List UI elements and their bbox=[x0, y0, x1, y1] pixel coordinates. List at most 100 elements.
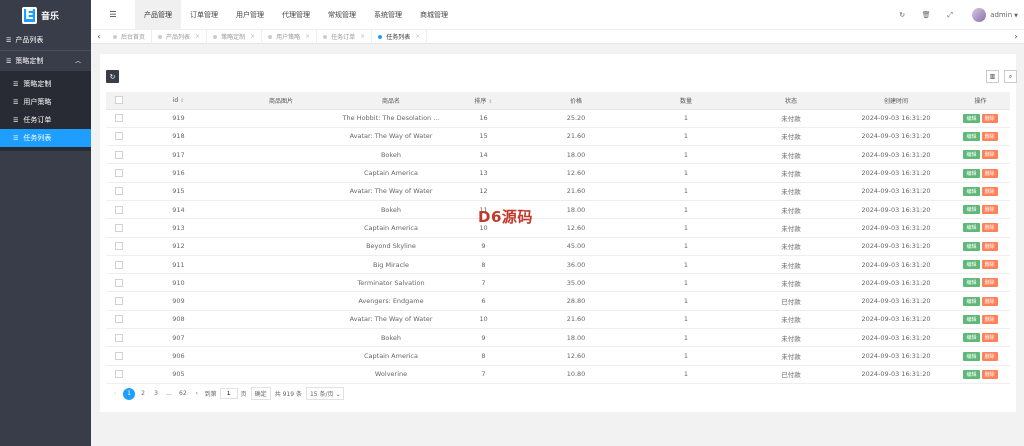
nav-item[interactable]: 商城管理 bbox=[411, 0, 457, 30]
delete-button[interactable]: 删除 bbox=[981, 296, 998, 306]
row-checkbox[interactable] bbox=[106, 109, 131, 128]
edit-button[interactable]: 编辑 bbox=[963, 278, 980, 288]
page-tab[interactable]: 产品列表 × bbox=[152, 29, 208, 44]
page-tab[interactable]: 策略定制 × bbox=[207, 29, 263, 44]
sidebar-subitem[interactable]: ☰ 任务列表 bbox=[0, 129, 91, 147]
checkbox[interactable] bbox=[114, 370, 123, 379]
checkbox[interactable] bbox=[114, 278, 123, 287]
column-header-sort[interactable]: 排序 ⇕ bbox=[446, 92, 521, 110]
edit-button[interactable]: 编辑 bbox=[963, 150, 980, 160]
nav-item[interactable]: 代理管理 bbox=[273, 0, 319, 30]
delete-button[interactable]: 删除 bbox=[981, 241, 998, 251]
delete-button[interactable]: 删除 bbox=[981, 223, 998, 233]
column-header-id[interactable]: id ⇕ bbox=[131, 92, 226, 110]
close-icon[interactable]: × bbox=[305, 33, 310, 40]
edit-button[interactable]: 编辑 bbox=[963, 241, 980, 251]
delete-button[interactable]: 删除 bbox=[981, 131, 998, 141]
edit-button[interactable]: 编辑 bbox=[963, 351, 980, 361]
edit-button[interactable]: 编辑 bbox=[963, 223, 980, 233]
page-number[interactable]: 1 bbox=[123, 387, 135, 400]
edit-button[interactable]: 编辑 bbox=[963, 260, 980, 270]
edit-button[interactable]: 编辑 bbox=[963, 314, 980, 324]
page-tab[interactable]: 任务订单 × bbox=[317, 29, 373, 44]
checkbox[interactable] bbox=[114, 169, 123, 178]
trash-icon[interactable]: 🗑 bbox=[914, 11, 938, 19]
nav-item[interactable]: 系统管理 bbox=[365, 0, 411, 30]
nav-item[interactable]: 产品管理 bbox=[135, 0, 181, 30]
nav-item[interactable]: 订单管理 bbox=[181, 0, 227, 30]
checkbox[interactable] bbox=[114, 333, 123, 342]
sort-icon[interactable]: ⇕ bbox=[488, 99, 492, 105]
edit-button[interactable]: 编辑 bbox=[963, 168, 980, 178]
row-checkbox[interactable] bbox=[106, 237, 131, 256]
menu-toggle-icon[interactable]: ☰ bbox=[91, 10, 135, 19]
row-checkbox[interactable] bbox=[106, 328, 131, 348]
row-checkbox[interactable] bbox=[106, 255, 131, 275]
sidebar-subitem[interactable]: ☰ 用户策略 bbox=[0, 93, 91, 111]
page-number[interactable]: 3 bbox=[151, 388, 161, 399]
nav-item[interactable]: 用户管理 bbox=[227, 0, 273, 30]
delete-button[interactable]: 删除 bbox=[981, 168, 998, 178]
delete-button[interactable]: 删除 bbox=[981, 351, 998, 361]
page-tab[interactable]: 任务列表 × bbox=[372, 29, 428, 44]
row-checkbox[interactable] bbox=[106, 182, 131, 201]
edit-button[interactable]: 编辑 bbox=[963, 186, 980, 196]
page-number[interactable]: 62 bbox=[177, 388, 189, 399]
delete-button[interactable]: 删除 bbox=[981, 113, 998, 123]
page-tab[interactable]: 用户策略 × bbox=[262, 29, 318, 44]
close-icon[interactable]: × bbox=[360, 33, 365, 40]
edit-button[interactable]: 编辑 bbox=[963, 113, 980, 123]
row-checkbox[interactable] bbox=[106, 218, 131, 238]
delete-button[interactable]: 删除 bbox=[981, 260, 998, 270]
delete-button[interactable]: 删除 bbox=[981, 369, 998, 379]
refresh-icon[interactable]: ↻ bbox=[890, 11, 914, 19]
row-checkbox[interactable] bbox=[106, 346, 131, 366]
close-icon[interactable]: × bbox=[195, 33, 200, 40]
goto-confirm-button[interactable]: 确定 bbox=[250, 387, 271, 400]
sort-icon[interactable]: ⇕ bbox=[180, 98, 184, 104]
delete-button[interactable]: 删除 bbox=[981, 333, 998, 343]
checkbox[interactable] bbox=[114, 223, 123, 232]
close-icon[interactable]: × bbox=[415, 33, 420, 40]
checkbox[interactable] bbox=[114, 297, 123, 306]
edit-button[interactable]: 编辑 bbox=[963, 369, 980, 379]
edit-button[interactable]: 编辑 bbox=[963, 333, 980, 343]
sidebar-subitem[interactable]: ☰ 策略定制 bbox=[0, 75, 91, 93]
checkbox[interactable] bbox=[114, 187, 123, 196]
row-checkbox[interactable] bbox=[106, 145, 131, 165]
goto-page-input[interactable] bbox=[219, 388, 238, 399]
page-number[interactable]: 2 bbox=[138, 388, 148, 399]
refresh-button[interactable]: ↻ bbox=[106, 70, 119, 83]
edit-button[interactable]: 编辑 bbox=[963, 131, 980, 141]
edit-button[interactable]: 编辑 bbox=[963, 205, 980, 215]
checkbox[interactable] bbox=[114, 242, 123, 251]
row-checkbox[interactable] bbox=[106, 163, 131, 183]
checkbox[interactable] bbox=[114, 352, 123, 360]
avatar[interactable] bbox=[972, 8, 987, 22]
page-tab[interactable]: 后台首页 bbox=[107, 29, 153, 44]
row-checkbox[interactable] bbox=[106, 200, 131, 220]
checkbox[interactable] bbox=[114, 260, 123, 269]
checkbox[interactable] bbox=[114, 150, 123, 159]
sidebar-item-product-list[interactable]: ☰ 产品列表 bbox=[0, 30, 91, 50]
fullscreen-icon[interactable]: ⤢ bbox=[938, 11, 962, 20]
checkbox[interactable] bbox=[114, 315, 123, 324]
logo[interactable]: E 音乐 bbox=[0, 0, 91, 30]
search-button[interactable]: ⌕ bbox=[1004, 70, 1017, 83]
next-page-icon[interactable]: › bbox=[192, 388, 202, 399]
chevron-left-icon[interactable]: ‹ bbox=[91, 32, 107, 41]
chevron-right-icon[interactable]: › bbox=[1008, 32, 1024, 41]
delete-button[interactable]: 删除 bbox=[981, 186, 998, 196]
page-size-select[interactable]: 15 条/页 ⌄ bbox=[305, 387, 345, 400]
sidebar-item-strategy[interactable]: ☰ 策略定制 ︿ bbox=[0, 51, 91, 71]
checkbox[interactable] bbox=[114, 132, 123, 141]
checkbox[interactable] bbox=[114, 205, 123, 214]
delete-button[interactable]: 删除 bbox=[981, 278, 998, 288]
row-checkbox[interactable] bbox=[106, 365, 131, 384]
nav-item[interactable]: 常规管理 bbox=[319, 0, 365, 30]
edit-button[interactable]: 编辑 bbox=[963, 296, 980, 306]
user-menu[interactable]: admin ▼ bbox=[990, 11, 1018, 19]
select-all-checkbox[interactable] bbox=[106, 92, 131, 110]
delete-button[interactable]: 删除 bbox=[981, 314, 998, 324]
row-checkbox[interactable] bbox=[106, 310, 131, 330]
